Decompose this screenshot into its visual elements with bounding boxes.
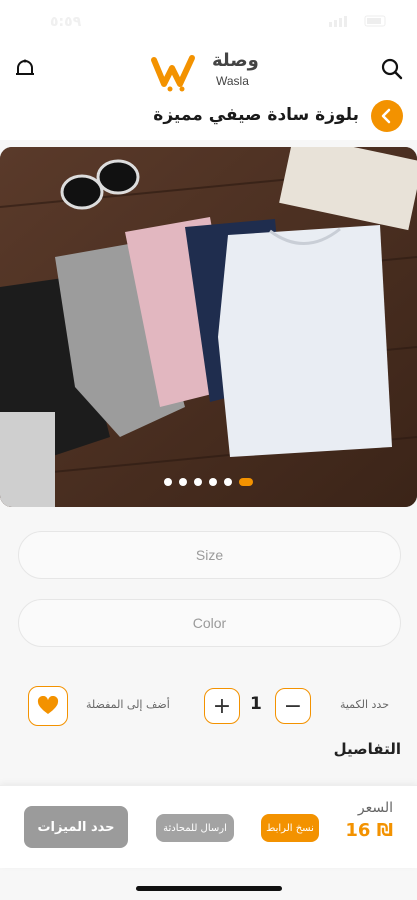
price-label: السعر: [357, 800, 393, 816]
send-to-chat-button[interactable]: ارسال للمحادثة: [156, 814, 234, 842]
search-icon[interactable]: [379, 56, 405, 82]
quantity-increase-button[interactable]: +: [204, 688, 240, 724]
quantity-value: 1: [250, 694, 262, 714]
chevron-left-icon: [381, 108, 391, 124]
pagination-dot[interactable]: [164, 478, 172, 486]
back-button[interactable]: [371, 100, 403, 132]
status-icons: [329, 14, 389, 28]
quantity-label: حدد الكمية: [339, 698, 389, 711]
product-title: بلوزة سادة صيفي مميزة: [153, 105, 359, 125]
pagination-dot-active[interactable]: [239, 478, 253, 486]
heart-icon: [37, 696, 59, 714]
product-title-row: بلوزة سادة صيفي مميزة: [0, 96, 417, 140]
pagination-dot[interactable]: [194, 478, 202, 486]
home-indicator: [136, 886, 282, 891]
wasla-logo: وصلة Wasla: [150, 50, 270, 94]
logo-text-arabic: وصلة: [212, 50, 259, 71]
copy-link-button[interactable]: نسخ الرابط: [261, 814, 319, 842]
pagination-dot[interactable]: [179, 478, 187, 486]
pagination-dot[interactable]: [209, 478, 217, 486]
favorite-button[interactable]: [28, 686, 68, 726]
bell-icon[interactable]: [12, 56, 38, 82]
app-header: وصلة Wasla: [0, 44, 417, 96]
price-value: 16 ₪: [345, 820, 393, 841]
status-bar: ٥:٥٩: [0, 0, 417, 44]
color-select[interactable]: Color: [18, 599, 401, 647]
logo-text-english: Wasla: [216, 74, 249, 88]
favorite-label: أضف إلى المفضلة: [86, 698, 170, 711]
select-features-button[interactable]: حدد الميزات: [24, 806, 128, 848]
details-heading: التفاصيل: [333, 740, 401, 758]
image-pagination: [0, 478, 417, 486]
pagination-dot[interactable]: [224, 478, 232, 486]
quantity-decrease-button[interactable]: −: [275, 688, 311, 724]
quantity-row: أضف إلى المفضلة + 1 − حدد الكمية: [0, 686, 417, 726]
status-time: ٥:٥٩: [50, 14, 82, 30]
bottom-action-bar: حدد الميزات ارسال للمحادثة نسخ الرابط ال…: [0, 785, 417, 868]
product-image[interactable]: [0, 147, 417, 507]
size-select[interactable]: Size: [18, 531, 401, 579]
